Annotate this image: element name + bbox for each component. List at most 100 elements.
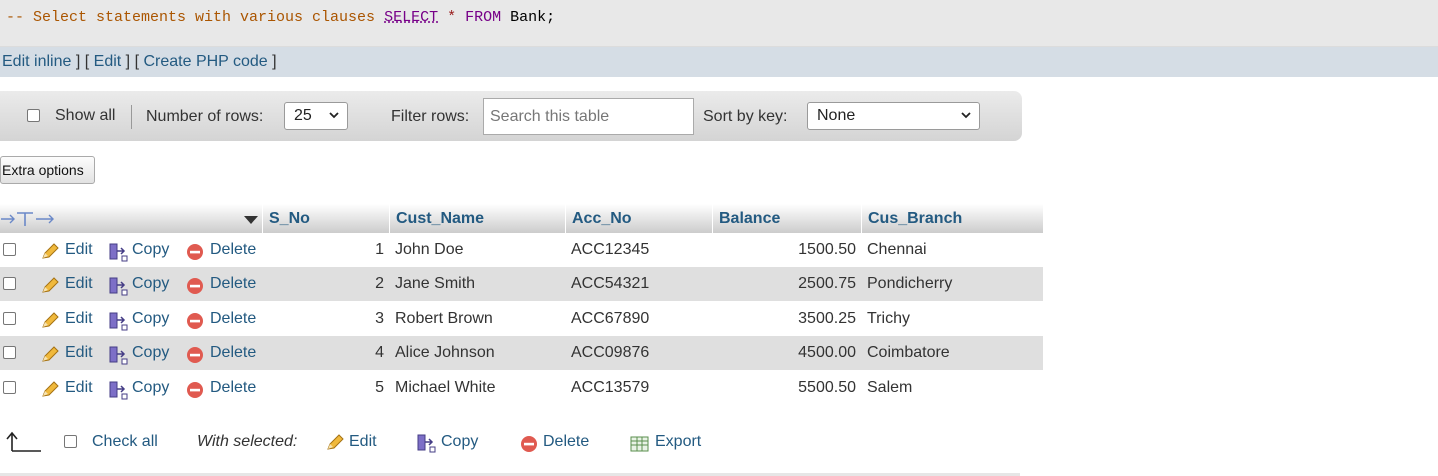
- cell-cust-name: John Doe: [395, 241, 464, 258]
- row-checkbox[interactable]: [3, 312, 16, 325]
- row-edit-link[interactable]: Edit: [65, 371, 93, 405]
- sql-comment: -- Select statements with various clause…: [6, 9, 376, 26]
- row-edit-link[interactable]: Edit: [65, 336, 93, 370]
- bulk-copy-button[interactable]: Copy: [441, 433, 478, 451]
- cell-cus-branch: Salem: [867, 379, 913, 396]
- cell-cus-branch: Chennai: [867, 241, 927, 258]
- check-all-label[interactable]: Check all: [92, 433, 158, 451]
- column-header-acc-no[interactable]: Acc_No: [565, 204, 713, 233]
- copy-icon: [109, 381, 128, 400]
- edit-inline-link[interactable]: Edit inline: [2, 53, 71, 70]
- cell-balance: 5500.50: [798, 379, 856, 396]
- copy-icon: [417, 434, 436, 453]
- cell-cus-branch: Coimbatore: [867, 344, 950, 361]
- delete-icon: [187, 278, 203, 294]
- export-icon: [630, 436, 649, 452]
- cell-acc-no: ACC13579: [571, 379, 650, 396]
- table-row: Edit Copy Delete 2 Jane Smith ACC54321 2…: [0, 267, 1043, 301]
- row-copy-link[interactable]: Copy: [132, 233, 169, 267]
- table-header: S_No Cust_Name Acc_No Balance Cus_Branch: [0, 204, 1043, 233]
- row-copy-link[interactable]: Copy: [132, 371, 169, 405]
- row-copy-link[interactable]: Copy: [132, 302, 169, 336]
- pencil-icon: [42, 277, 59, 293]
- extra-options-button[interactable]: Extra options: [0, 156, 95, 184]
- sort-by-key-value: None: [817, 107, 856, 124]
- delete-icon: [521, 436, 537, 452]
- bulk-delete-button[interactable]: Delete: [543, 433, 589, 451]
- row-checkbox[interactable]: [3, 277, 16, 290]
- cell-balance: 2500.75: [798, 275, 856, 292]
- cell-s-no: 5: [375, 379, 384, 396]
- cell-s-no: 1: [375, 241, 384, 258]
- bracket-close: ]: [125, 53, 131, 70]
- cell-cus-branch: Trichy: [867, 310, 910, 327]
- column-header-cus-branch[interactable]: Cus_Branch: [861, 204, 1043, 233]
- row-edit-link[interactable]: Edit: [65, 233, 93, 267]
- row-checkbox[interactable]: [3, 346, 16, 359]
- cell-balance: 3500.25: [798, 310, 856, 327]
- sort-by-key-select[interactable]: None: [807, 102, 980, 130]
- pencil-icon: [42, 346, 59, 362]
- cell-cus-branch: Pondicherry: [867, 275, 953, 292]
- cell-cust-name: Jane Smith: [395, 275, 476, 292]
- filter-rows-search-input[interactable]: [483, 98, 694, 135]
- sql-query-box: -- Select statements with various clause…: [0, 0, 1438, 47]
- row-checkbox[interactable]: [3, 381, 16, 394]
- number-of-rows-label: Number of rows:: [146, 108, 264, 125]
- bracket-open: [: [84, 53, 90, 70]
- bracket-open: [: [134, 53, 140, 70]
- delete-icon: [187, 313, 203, 329]
- create-php-code-link[interactable]: Create PHP code: [143, 53, 267, 70]
- cell-acc-no: ACC09876: [571, 344, 650, 361]
- copy-icon: [109, 243, 128, 262]
- pencil-icon: [42, 243, 59, 259]
- sql-keyword-from: FROM: [465, 9, 502, 26]
- column-resize-icon[interactable]: [0, 211, 56, 227]
- cell-cust-name: Robert Brown: [395, 310, 493, 327]
- row-edit-link[interactable]: Edit: [65, 302, 93, 336]
- bulk-export-button[interactable]: Export: [655, 433, 701, 451]
- cell-s-no: 3: [375, 310, 384, 327]
- show-all-checkbox[interactable]: [27, 109, 40, 122]
- chevron-down-icon: [329, 112, 339, 119]
- cell-s-no: 4: [375, 344, 384, 361]
- row-copy-link[interactable]: Copy: [132, 267, 169, 301]
- bulk-edit-button[interactable]: Edit: [349, 433, 377, 451]
- pencil-icon: [42, 381, 59, 397]
- row-copy-link[interactable]: Copy: [132, 336, 169, 370]
- column-header-balance[interactable]: Balance: [712, 204, 861, 233]
- number-of-rows-value: 25: [294, 107, 312, 124]
- row-delete-link[interactable]: Delete: [210, 336, 256, 370]
- cell-balance: 4500.00: [798, 344, 856, 361]
- row-delete-link[interactable]: Delete: [210, 267, 256, 301]
- cell-balance: 1500.50: [798, 241, 856, 258]
- table-row: Edit Copy Delete 5 Michael White ACC1357…: [0, 371, 1043, 405]
- number-of-rows-select[interactable]: 25: [284, 102, 348, 130]
- table-row: Edit Copy Delete 1 John Doe ACC12345 150…: [0, 233, 1043, 267]
- row-edit-link[interactable]: Edit: [65, 267, 93, 301]
- arrow-up-icon: [6, 431, 41, 452]
- edit-query-link[interactable]: Edit: [94, 53, 122, 70]
- sort-desc-icon[interactable]: [243, 215, 259, 225]
- column-header-s-no[interactable]: S_No: [262, 204, 390, 233]
- sql-query: -- Select statements with various clause…: [6, 9, 555, 26]
- delete-icon: [187, 244, 203, 260]
- cell-acc-no: ACC54321: [571, 275, 650, 292]
- row-checkbox[interactable]: [3, 243, 16, 256]
- query-edit-bar: Edit inline ] [ Edit ] [ Create PHP code…: [0, 47, 1438, 77]
- row-delete-link[interactable]: Delete: [210, 371, 256, 405]
- cell-s-no: 2: [375, 275, 384, 292]
- check-all-checkbox[interactable]: [64, 435, 77, 448]
- sort-by-key-label: Sort by key:: [703, 108, 788, 125]
- row-delete-link[interactable]: Delete: [210, 233, 256, 267]
- row-delete-link[interactable]: Delete: [210, 302, 256, 336]
- column-header-cust-name[interactable]: Cust_Name: [389, 204, 565, 233]
- show-all-label: Show all: [55, 107, 116, 124]
- cell-cust-name: Alice Johnson: [395, 344, 495, 361]
- cell-acc-no: ACC12345: [571, 241, 650, 258]
- bracket-close: ]: [75, 53, 81, 70]
- sql-star: *: [447, 9, 457, 26]
- sql-keyword-select[interactable]: SELECT: [384, 9, 438, 26]
- bulk-actions-bar: Check all With selected: Edit Copy Delet…: [0, 425, 1043, 461]
- bracket-close: ]: [272, 53, 277, 70]
